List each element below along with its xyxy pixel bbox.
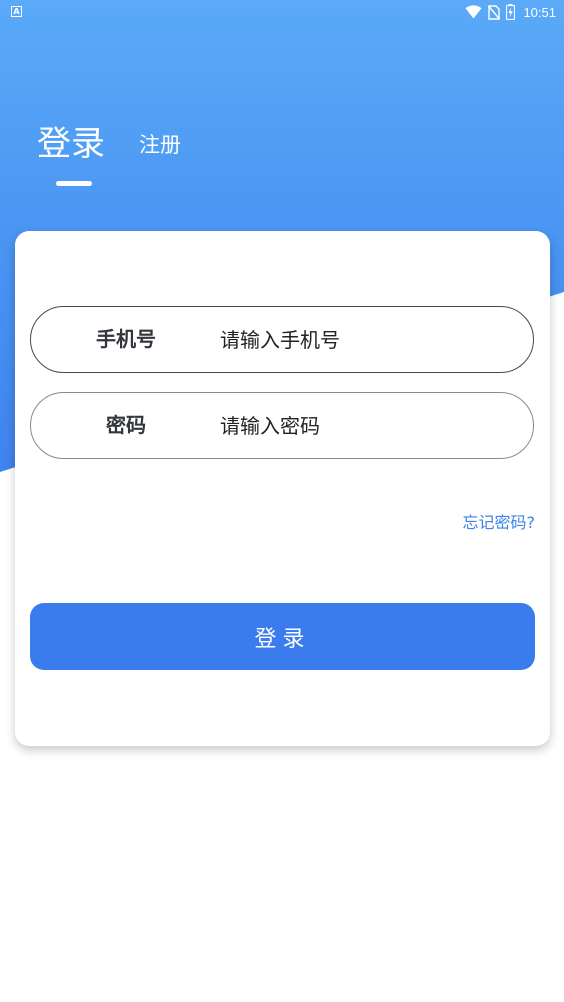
phone-label: 手机号	[96, 327, 156, 351]
status-bar: A 10:51	[0, 0, 564, 26]
password-input[interactable]	[220, 393, 500, 458]
status-icons: 10:51	[465, 3, 556, 21]
phone-field[interactable]: 手机号	[30, 306, 534, 373]
app-notification-icon: A	[11, 6, 22, 17]
active-tab-indicator	[56, 181, 92, 186]
phone-input[interactable]	[220, 307, 500, 372]
login-button[interactable]: 登录	[30, 603, 535, 670]
tab-login[interactable]: 登录	[37, 122, 105, 166]
forgot-password-link[interactable]: 忘记密码?	[463, 509, 536, 533]
password-label: 密码	[106, 413, 146, 437]
status-time: 10:51	[523, 4, 556, 20]
battery-charging-icon	[506, 4, 516, 20]
login-card: 手机号 密码 忘记密码? 登录	[15, 231, 550, 746]
wifi-icon	[465, 5, 482, 19]
tab-register[interactable]: 注册	[139, 130, 181, 160]
password-field[interactable]: 密码	[30, 392, 534, 459]
no-sim-icon	[488, 4, 501, 20]
